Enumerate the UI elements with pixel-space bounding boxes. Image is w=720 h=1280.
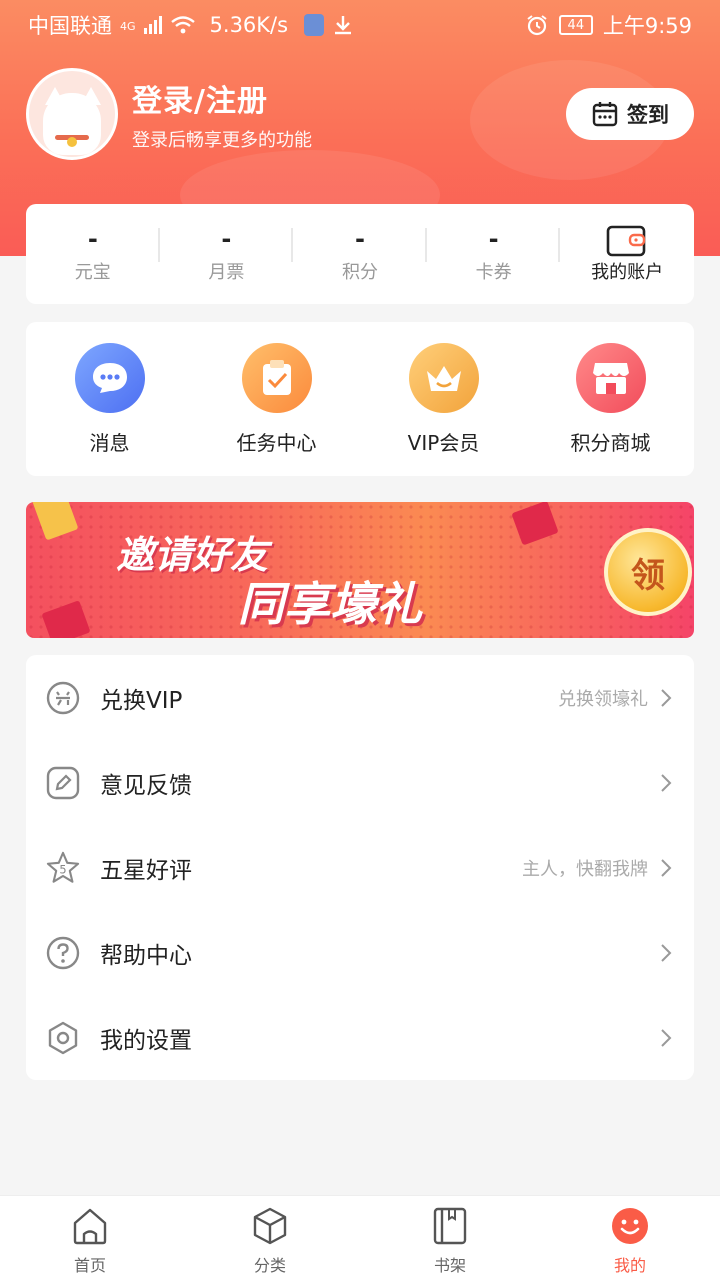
download-icon bbox=[335, 16, 352, 35]
cube-icon bbox=[250, 1206, 290, 1246]
chevron-right-icon bbox=[661, 773, 672, 792]
menu-item-feedback[interactable]: 意见反馈 bbox=[26, 740, 694, 825]
chevron-right-icon bbox=[661, 1028, 672, 1047]
my-account-label: 我的账户 bbox=[591, 262, 664, 283]
quick-action-points-mall[interactable]: 积分商城 bbox=[527, 342, 694, 456]
battery-icon: 44 bbox=[558, 15, 593, 35]
invite-friends-banner[interactable]: 邀请好友 同享壕礼 领 bbox=[26, 502, 694, 638]
settings-menu: 兑换VIP 兑换领壕礼 意见反馈 5 五星好评 主人，快翻我牌 帮助中心 我的设… bbox=[26, 655, 694, 1080]
stat-value: - bbox=[87, 225, 98, 253]
bookshelf-icon bbox=[430, 1206, 470, 1246]
quick-action-label: 消息 bbox=[89, 430, 130, 455]
bottom-tab-bar: 首页 分类 书架 我的 bbox=[0, 1195, 720, 1280]
stat-value: - bbox=[488, 225, 499, 253]
wifi-icon bbox=[170, 16, 195, 34]
menu-item-my-settings[interactable]: 我的设置 bbox=[26, 995, 694, 1080]
chevron-right-icon bbox=[661, 943, 672, 962]
quick-action-label: VIP会员 bbox=[407, 430, 480, 455]
crown-icon bbox=[408, 342, 479, 413]
status-bar: 中国联通 4G 5.36K/s 44 上午9:59 bbox=[0, 0, 720, 50]
quick-action-task-center[interactable]: 任务中心 bbox=[193, 342, 360, 456]
stat-value: - bbox=[355, 225, 365, 253]
chat-bubble-icon bbox=[74, 342, 145, 413]
svg-text:5: 5 bbox=[59, 862, 66, 876]
menu-item-hint: 兑换领壕礼 bbox=[558, 688, 648, 710]
tab-label: 首页 bbox=[73, 1256, 106, 1275]
tab-mine[interactable]: 我的 bbox=[540, 1196, 720, 1280]
clipboard-check-icon bbox=[241, 342, 312, 413]
pencil-icon bbox=[46, 766, 80, 800]
chevron-right-icon bbox=[661, 688, 672, 707]
carrier-name: 中国联通 bbox=[28, 14, 112, 38]
quick-actions-card: 消息 任务中心 VIP会员 积分商城 bbox=[26, 322, 694, 476]
stats-card: - 元宝 - 月票 - 积分 - 卡券 我的账户 bbox=[26, 204, 694, 304]
login-subtitle: 登录后畅享更多的功能 bbox=[132, 130, 312, 151]
checkin-button[interactable]: 签到 bbox=[566, 88, 694, 140]
menu-item-help-center[interactable]: 帮助中心 bbox=[26, 910, 694, 995]
calendar-icon bbox=[592, 102, 618, 127]
profile-section: 登录/注册 登录后畅享更多的功能 签到 bbox=[26, 68, 694, 160]
banner-subtitle: 同享壕礼 bbox=[238, 577, 422, 631]
login-register-link[interactable]: 登录/注册 bbox=[132, 76, 312, 120]
stat-label: 元宝 bbox=[74, 262, 111, 283]
claim-coin-icon[interactable]: 领 bbox=[604, 528, 692, 616]
menu-item-label: 兑换VIP bbox=[100, 687, 183, 714]
chevron-right-icon bbox=[661, 858, 672, 877]
clock: 上午9:59 bbox=[602, 14, 692, 38]
my-account-button[interactable]: 我的账户 bbox=[560, 224, 694, 284]
settings-hexagon-icon bbox=[46, 1021, 80, 1055]
stat-label: 卡券 bbox=[475, 262, 512, 283]
wallet-icon bbox=[606, 225, 646, 257]
store-icon bbox=[575, 342, 646, 413]
login-prompt[interactable]: 登录/注册 登录后畅享更多的功能 bbox=[132, 76, 312, 152]
stat-label: 积分 bbox=[341, 262, 378, 283]
exchange-icon bbox=[46, 681, 80, 715]
quick-action-messages[interactable]: 消息 bbox=[26, 342, 193, 456]
home-icon bbox=[70, 1206, 110, 1246]
network-speed: 5.36K/s bbox=[209, 13, 289, 37]
tab-label: 分类 bbox=[253, 1256, 286, 1275]
stat-monthly-ticket[interactable]: - 月票 bbox=[160, 224, 294, 284]
stat-value: - bbox=[221, 225, 232, 253]
menu-item-five-star-rating[interactable]: 5 五星好评 主人，快翻我牌 bbox=[26, 825, 694, 910]
menu-item-label: 五星好评 bbox=[100, 857, 192, 884]
question-icon bbox=[46, 936, 80, 970]
menu-item-exchange-vip[interactable]: 兑换VIP 兑换领壕礼 bbox=[26, 655, 694, 740]
stat-points[interactable]: - 积分 bbox=[293, 224, 427, 284]
network-type: 4G bbox=[120, 20, 136, 33]
stat-label: 月票 bbox=[208, 262, 245, 283]
star-icon: 5 bbox=[46, 851, 80, 885]
tab-label: 书架 bbox=[433, 1256, 466, 1275]
alarm-icon bbox=[527, 15, 547, 36]
stat-coupons[interactable]: - 卡券 bbox=[427, 224, 561, 284]
signal-icon bbox=[143, 16, 162, 34]
tab-home[interactable]: 首页 bbox=[0, 1196, 180, 1280]
shield-icon bbox=[304, 14, 325, 36]
checkin-label: 签到 bbox=[627, 103, 669, 127]
quick-action-label: 积分商城 bbox=[570, 430, 651, 455]
menu-item-hint: 主人，快翻我牌 bbox=[522, 858, 648, 880]
avatar[interactable] bbox=[26, 68, 118, 160]
tab-category[interactable]: 分类 bbox=[180, 1196, 360, 1280]
menu-item-label: 意见反馈 bbox=[100, 772, 192, 799]
tab-label: 我的 bbox=[613, 1256, 646, 1275]
quick-action-label: 任务中心 bbox=[236, 430, 317, 455]
menu-item-label: 帮助中心 bbox=[100, 942, 192, 969]
menu-item-label: 我的设置 bbox=[100, 1027, 192, 1054]
quick-action-vip[interactable]: VIP会员 bbox=[360, 342, 527, 456]
stat-yuanbao[interactable]: - 元宝 bbox=[26, 224, 160, 284]
smiley-icon bbox=[610, 1206, 650, 1246]
tab-bookshelf[interactable]: 书架 bbox=[360, 1196, 540, 1280]
